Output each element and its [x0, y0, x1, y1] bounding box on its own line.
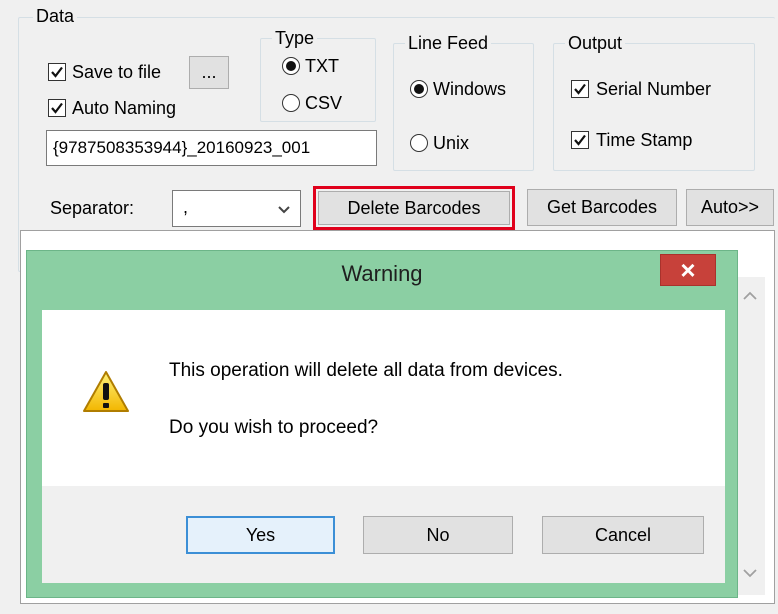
line-feed-unix-label: Unix [433, 133, 470, 153]
line-feed-group-title: Line Feed [405, 33, 492, 53]
chevron-up-icon[interactable] [742, 291, 758, 301]
type-csv-label: CSV [305, 93, 343, 113]
dialog-message-line2: Do you wish to proceed? [169, 417, 379, 438]
chevron-down-icon[interactable] [742, 568, 758, 578]
browse-button[interactable]: ... [189, 56, 229, 89]
auto-button[interactable]: Auto>> [686, 189, 774, 226]
line-feed-windows-radio[interactable] [410, 80, 428, 98]
auto-naming-label: Auto Naming [72, 98, 177, 118]
auto-naming-checkbox[interactable] [48, 99, 66, 117]
get-barcodes-button[interactable]: Get Barcodes [527, 189, 677, 226]
checkmark-icon [51, 102, 63, 114]
data-group-title: Data [33, 6, 78, 26]
save-to-file-checkbox[interactable] [48, 63, 66, 81]
separator-select[interactable]: , [172, 190, 301, 227]
filename-field[interactable]: {9787508353944}_20160923_001 [46, 130, 377, 166]
dialog-body: This operation will delete all data from… [42, 310, 725, 486]
list-scrollbar[interactable] [735, 277, 765, 595]
output-group-title: Output [565, 33, 626, 53]
dialog-footer: Yes No Cancel [42, 486, 725, 583]
time-stamp-label: Time Stamp [596, 130, 693, 150]
line-feed-unix-radio[interactable] [410, 134, 428, 152]
type-group-title: Type [272, 28, 318, 48]
cancel-button[interactable]: Cancel [542, 516, 704, 554]
checkmark-icon [574, 83, 586, 95]
type-txt-label: TXT [305, 56, 339, 76]
checkmark-icon [574, 134, 586, 146]
dialog-title: Warning [341, 261, 423, 286]
warning-icon [83, 371, 129, 412]
chevron-down-icon [278, 206, 290, 214]
no-button[interactable]: No [363, 516, 513, 554]
dialog-message-line1: This operation will delete all data from… [169, 360, 563, 381]
close-icon: × [680, 255, 696, 285]
checkmark-icon [51, 66, 63, 78]
separator-value: , [183, 197, 189, 217]
yes-button[interactable]: Yes [186, 516, 335, 554]
save-to-file-label: Save to file [72, 62, 162, 82]
serial-number-checkbox[interactable] [571, 80, 589, 98]
delete-barcodes-button[interactable]: Delete Barcodes [318, 191, 510, 225]
close-button[interactable]: × [660, 254, 716, 286]
separator-label: Separator: [50, 198, 135, 218]
serial-number-label: Serial Number [596, 79, 712, 99]
type-txt-radio[interactable] [282, 57, 300, 75]
time-stamp-checkbox[interactable] [571, 131, 589, 149]
warning-dialog: Warning × This operation will delete all… [26, 250, 738, 598]
output-groupbox [553, 43, 755, 171]
line-feed-windows-label: Windows [433, 79, 507, 99]
type-csv-radio[interactable] [282, 94, 300, 112]
